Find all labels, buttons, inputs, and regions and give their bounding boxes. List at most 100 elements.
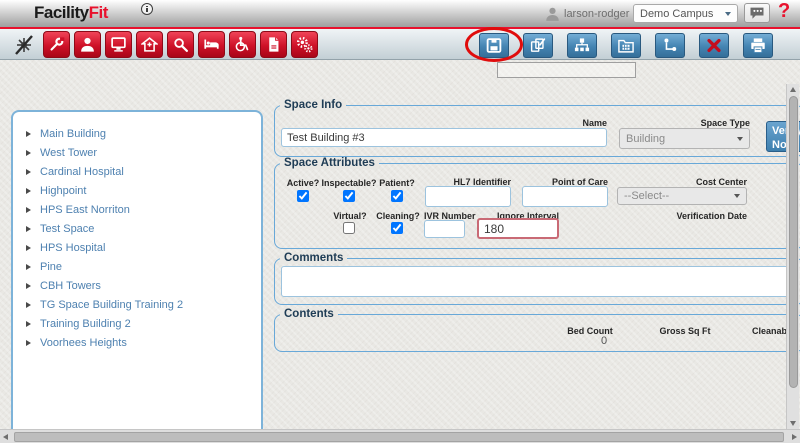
- node-path-button[interactable]: [655, 33, 685, 58]
- help-icon[interactable]: ?: [778, 0, 790, 23]
- delete-button[interactable]: [699, 33, 729, 58]
- tree-item-label: Highpoint: [40, 185, 86, 197]
- header-bar: FacilityFit larson-rodger Demo Campus ?: [0, 0, 800, 27]
- tree-item[interactable]: TG Space Building Training 2: [13, 295, 261, 314]
- tree-item[interactable]: Cardinal Hospital: [13, 162, 261, 181]
- tree-item[interactable]: HPS East Norriton: [13, 200, 261, 219]
- tree-item[interactable]: Main Building: [13, 124, 261, 143]
- scroll-up-arrow-icon[interactable]: [790, 87, 796, 92]
- patient-checkbox[interactable]: [391, 190, 403, 202]
- user-menu[interactable]: larson-rodger: [545, 4, 639, 24]
- ivr-number-input[interactable]: [424, 220, 465, 238]
- tree-expand-arrow-icon[interactable]: [26, 321, 31, 327]
- contents-fieldset: Contents: [274, 314, 800, 352]
- campus-select[interactable]: Demo Campus: [633, 4, 738, 23]
- save-button[interactable]: [479, 33, 509, 58]
- tree-expand-arrow-icon[interactable]: [26, 207, 31, 213]
- info-icon[interactable]: [141, 3, 153, 15]
- document-button[interactable]: [260, 31, 287, 58]
- cleaning-label: Cleaning?: [376, 211, 420, 221]
- logo-fit-text: Fit: [89, 3, 108, 22]
- space-type-select-value: Building: [626, 133, 733, 145]
- comments-textarea[interactable]: [281, 266, 789, 297]
- space-type-select[interactable]: Building: [619, 128, 750, 149]
- building-folder-button[interactable]: [611, 33, 641, 58]
- logo-facility-text: Facility: [34, 3, 89, 22]
- campus-select-value: Demo Campus: [640, 8, 721, 20]
- app-logo: FacilityFit: [34, 3, 108, 23]
- tree-expand-arrow-icon[interactable]: [26, 302, 31, 308]
- tree-expand-arrow-icon[interactable]: [26, 283, 31, 289]
- tree-item-label: Training Building 2: [40, 318, 131, 330]
- tree-item[interactable]: Pine: [13, 257, 261, 276]
- people-chat-icon: [749, 7, 765, 20]
- cost-center-label: Cost Center: [667, 177, 747, 187]
- wheelchair-button[interactable]: [229, 31, 256, 58]
- contents-legend: Contents: [280, 308, 338, 320]
- verification-date-label: Verification Date: [667, 211, 747, 221]
- tree-item[interactable]: Test Space: [13, 219, 261, 238]
- hl7-identifier-input[interactable]: [425, 186, 511, 207]
- feedback-button[interactable]: [744, 3, 770, 23]
- settings-gears-button[interactable]: [291, 31, 318, 58]
- copy-edit-button[interactable]: [523, 33, 553, 58]
- tree-item-label: Main Building: [40, 128, 106, 140]
- scroll-down-arrow-icon[interactable]: [790, 421, 796, 426]
- cleaning-checkbox[interactable]: [391, 222, 403, 234]
- tree-expand-arrow-icon[interactable]: [26, 340, 31, 346]
- magic-wand-icon[interactable]: [12, 33, 36, 62]
- tree-expand-arrow-icon[interactable]: [26, 150, 31, 156]
- vertical-scrollbar[interactable]: [786, 84, 799, 429]
- campus-select-caret-icon: [725, 12, 731, 16]
- name-label: Name: [527, 118, 607, 128]
- tree-item-label: Voorhees Heights: [40, 337, 127, 349]
- bed-count-value: 0: [592, 335, 616, 347]
- tree-item[interactable]: Training Building 2: [13, 314, 261, 333]
- virtual-checkbox[interactable]: [343, 222, 355, 234]
- virtual-label: Virtual?: [330, 211, 370, 221]
- org-chart-button[interactable]: [567, 33, 597, 58]
- cost-center-select[interactable]: --Select--: [617, 187, 747, 205]
- active-checkbox[interactable]: [297, 190, 309, 202]
- tree-expand-arrow-icon[interactable]: [26, 264, 31, 270]
- scroll-right-arrow-icon[interactable]: [792, 434, 797, 440]
- print-button[interactable]: [743, 33, 773, 58]
- tree-item[interactable]: CBH Towers: [13, 276, 261, 295]
- cost-center-select-value: --Select--: [624, 190, 730, 202]
- tree-item-label: TG Space Building Training 2: [40, 299, 183, 311]
- tree-expand-arrow-icon[interactable]: [26, 226, 31, 232]
- scroll-left-arrow-icon[interactable]: [3, 434, 8, 440]
- point-of-care-input[interactable]: [522, 186, 608, 207]
- ignore-interval-input[interactable]: [477, 218, 559, 239]
- tree-expand-arrow-icon[interactable]: [26, 188, 31, 194]
- active-label: Active?: [284, 178, 322, 188]
- tree-expand-arrow-icon[interactable]: [26, 169, 31, 175]
- monitor-button[interactable]: [105, 31, 132, 58]
- work-order-wrench-button[interactable]: [43, 31, 70, 58]
- tree-item-label: Pine: [40, 261, 62, 273]
- tree-item[interactable]: Highpoint: [13, 181, 261, 200]
- inspectable-checkbox[interactable]: [343, 190, 355, 202]
- vertical-scrollbar-thumb[interactable]: [789, 96, 798, 388]
- user-silhouette-icon: [545, 6, 560, 22]
- tree-expand-arrow-icon[interactable]: [26, 131, 31, 137]
- tree-item-label: CBH Towers: [40, 280, 101, 292]
- space-info-legend: Space Info: [280, 99, 346, 111]
- home-button[interactable]: [136, 31, 163, 58]
- staff-person-button[interactable]: [74, 31, 101, 58]
- name-input[interactable]: [281, 128, 607, 147]
- tree-item-label: Cardinal Hospital: [40, 166, 124, 178]
- facilityfit-app: FacilityFit larson-rodger Demo Campus ?: [0, 0, 800, 443]
- horizontal-scrollbar[interactable]: [0, 429, 800, 443]
- tree-item[interactable]: West Tower: [13, 143, 261, 162]
- comments-legend: Comments: [280, 252, 347, 264]
- space-attributes-legend: Space Attributes: [280, 157, 379, 169]
- tree-item[interactable]: Voorhees Heights: [13, 333, 261, 352]
- search-button[interactable]: [167, 31, 194, 58]
- tree-item[interactable]: HPS Hospital: [13, 238, 261, 257]
- cost-center-caret-icon: [734, 194, 740, 198]
- fading-tooltip: [497, 62, 636, 78]
- horizontal-scrollbar-thumb[interactable]: [14, 432, 784, 442]
- tree-expand-arrow-icon[interactable]: [26, 245, 31, 251]
- bed-button[interactable]: [198, 31, 225, 58]
